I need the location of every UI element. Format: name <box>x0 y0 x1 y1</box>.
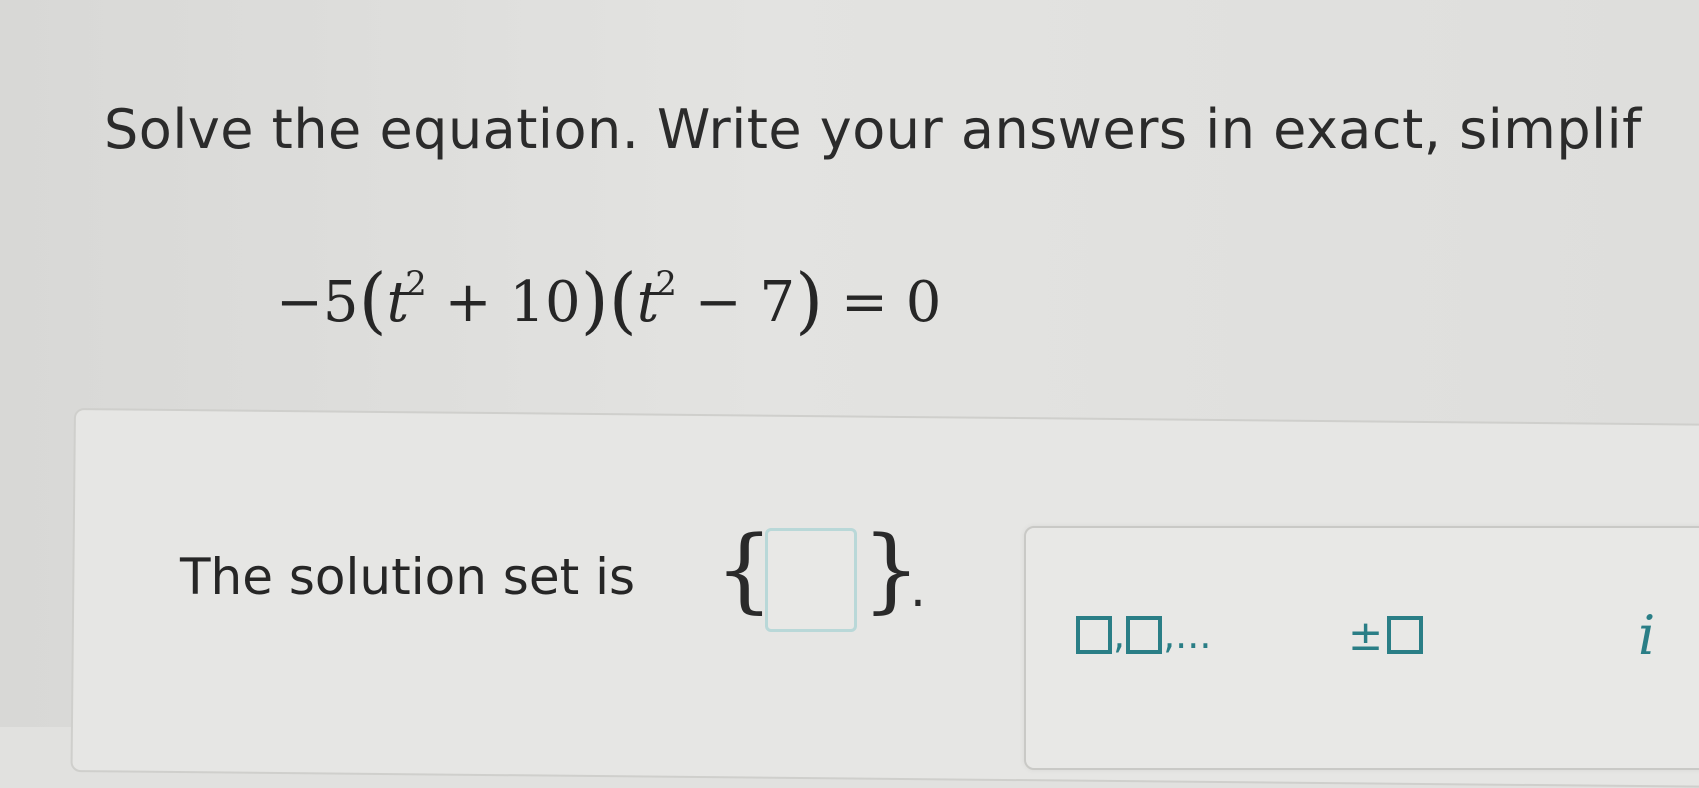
question-instructions: Solve the equation. Write your answers i… <box>104 98 1642 161</box>
plus-minus-slot-icon <box>1387 616 1424 654</box>
equation-open-paren-2: ( <box>608 258 637 342</box>
equation: −5(t2 + 10)(t2 − 7) = 0 <box>276 258 941 342</box>
equation-close-paren-1: ) <box>580 258 609 342</box>
solution-set-label: The solution set is <box>180 548 636 606</box>
equation-exponent-2: 2 <box>655 264 677 304</box>
list-entry-button[interactable]: , ,... <box>1076 600 1212 670</box>
list-slot-2-icon <box>1126 616 1163 654</box>
list-slot-1-icon <box>1076 616 1112 654</box>
equation-term-minus-seven: − 7 <box>676 270 796 335</box>
equation-coefficient: −5 <box>276 270 359 335</box>
equation-open-paren-1: ( <box>358 258 387 342</box>
solution-answer-input[interactable] <box>765 528 857 632</box>
equation-equals-zero: = 0 <box>823 270 942 335</box>
equation-close-paren-2: ) <box>795 258 824 342</box>
imaginary-unit-button[interactable]: i <box>1638 600 1655 670</box>
equation-exponent-1: 2 <box>405 264 427 304</box>
sentence-period: . <box>910 560 926 618</box>
equation-term-plus-ten: + 10 <box>426 270 581 335</box>
list-ellipsis: ,... <box>1163 613 1212 657</box>
plus-minus-icon: ± <box>1348 610 1384 660</box>
list-separator: , <box>1113 613 1126 657</box>
plus-minus-button[interactable]: ± <box>1348 600 1424 670</box>
